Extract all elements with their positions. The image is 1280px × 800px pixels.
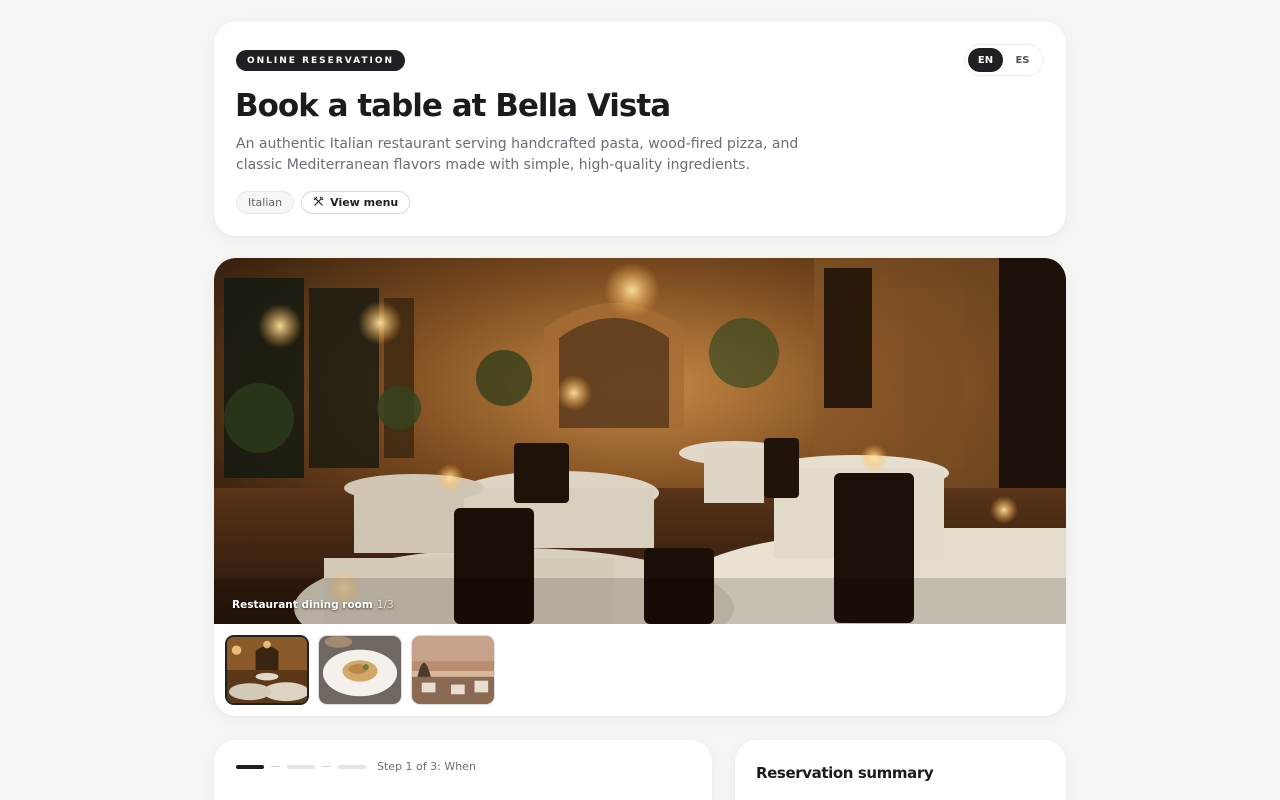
summary-title: Reservation summary: [756, 764, 934, 782]
step-indicator-3: [338, 764, 366, 769]
language-toggle: EN ES: [964, 44, 1044, 76]
utensils-icon: [313, 196, 324, 210]
reservation-summary-card: Reservation summary: [735, 740, 1066, 800]
step-progress: Step 1 of 3: When: [236, 760, 476, 773]
thumbnail-pasta-dish[interactable]: [318, 635, 402, 705]
tag-row: Italian View menu: [236, 191, 411, 214]
thumbnail-terrace-view[interactable]: [411, 635, 495, 705]
hero-image[interactable]: Restaurant dining room 1/3: [214, 258, 1066, 624]
step-label: Step 1 of 3: When: [377, 760, 476, 773]
language-en-button[interactable]: EN: [968, 48, 1003, 72]
restaurant-description: An authentic Italian restaurant serving …: [236, 136, 799, 173]
view-menu-button[interactable]: View menu: [301, 191, 411, 214]
hero-caption: Restaurant dining room 1/3: [232, 599, 394, 611]
thumbnail-dining-room[interactable]: [225, 635, 309, 705]
hero-caption-text: Restaurant dining room: [232, 599, 373, 611]
booking-card: Step 1 of 3: When: [214, 740, 712, 800]
online-reservation-badge: ONLINE RESERVATION: [236, 50, 406, 71]
thumbnail-strip: [225, 635, 495, 705]
step-divider: [271, 766, 280, 767]
page-title: Book a table at Bella Vista: [235, 88, 671, 124]
image-counter: 1/3: [376, 599, 394, 611]
language-es-button[interactable]: ES: [1005, 48, 1040, 72]
restaurant-header-card: ONLINE RESERVATION EN ES Book a table at…: [214, 22, 1066, 236]
view-menu-label: View menu: [330, 196, 399, 209]
photo-gallery-card: Restaurant dining room 1/3: [214, 258, 1066, 716]
step-indicator-1: [236, 764, 264, 769]
step-divider: [322, 766, 331, 767]
cuisine-tag: Italian: [236, 191, 295, 214]
step-indicator-2: [287, 764, 315, 769]
